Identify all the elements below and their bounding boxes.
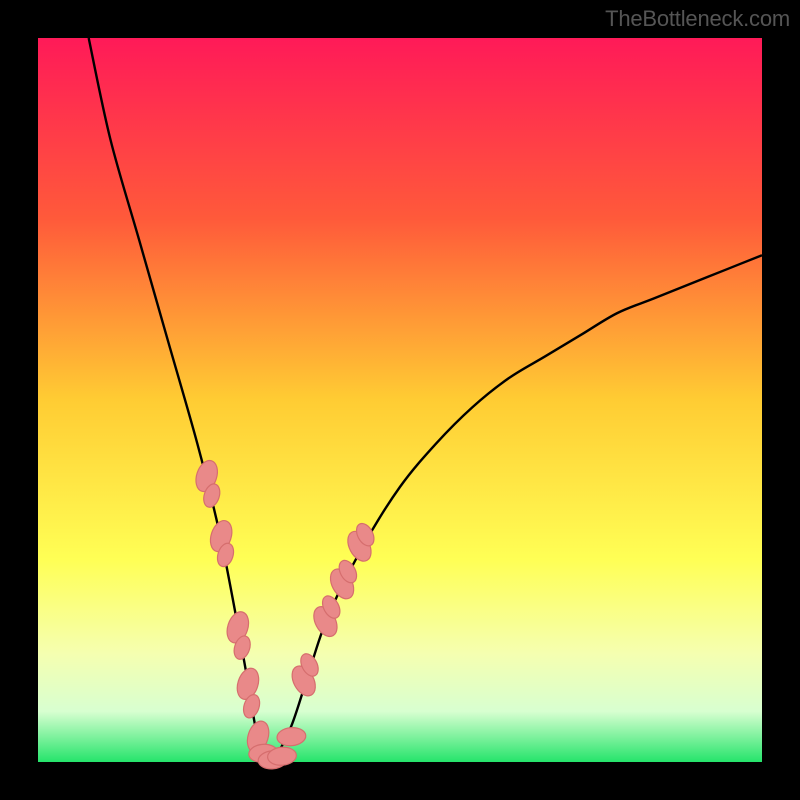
chart-container: { "watermark": "TheBottleneck.com", "cha… [0, 0, 800, 800]
plot-background [38, 38, 762, 762]
watermark-text: TheBottleneck.com [605, 6, 790, 32]
chart-svg [0, 0, 800, 800]
